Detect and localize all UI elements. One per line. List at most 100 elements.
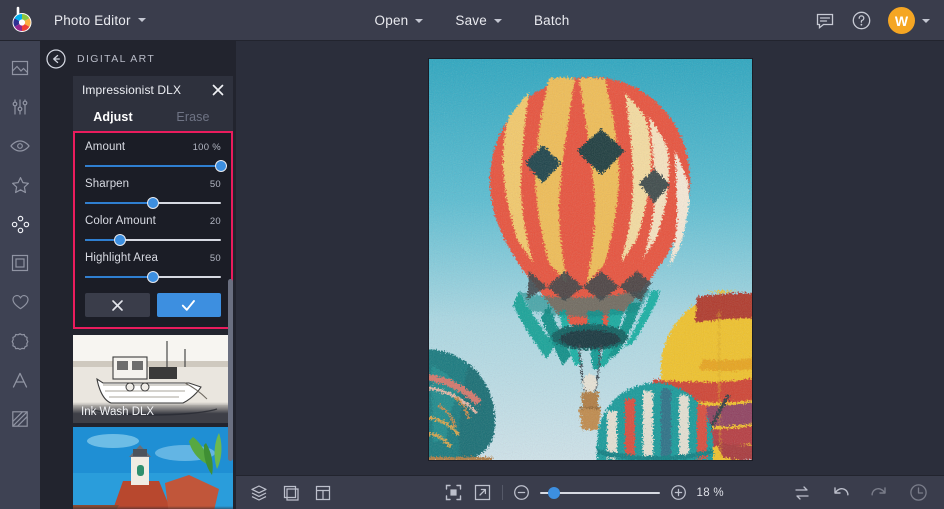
slider-group-highlighted: Amount 100 % Sharpen 50 Color Amount 20 … bbox=[73, 131, 233, 329]
tool-rail bbox=[0, 41, 40, 509]
frame-border-icon bbox=[11, 254, 29, 272]
lighthouse-painting-thumbnail bbox=[73, 427, 233, 509]
bfree-color-wheel-logo[interactable] bbox=[0, 0, 44, 41]
slider-color-amount-label: Color Amount bbox=[85, 215, 156, 227]
rail-item-digital-art[interactable] bbox=[3, 209, 37, 239]
slider-sharpen-thumb[interactable] bbox=[147, 197, 159, 209]
zoom-percent-label: 18 % bbox=[696, 486, 724, 499]
preset-ink-wash-dlx[interactable]: Ink Wash DLX bbox=[73, 335, 233, 423]
badge-sticker-icon bbox=[11, 333, 29, 350]
slider-highlight-area: Highlight Area 50 bbox=[85, 252, 221, 283]
chevron-down-icon bbox=[493, 18, 502, 23]
rail-item-adjust[interactable] bbox=[3, 92, 37, 122]
open-button-label: Open bbox=[374, 13, 409, 28]
slider-highlight-area-thumb[interactable] bbox=[147, 271, 159, 283]
slider-color-amount-thumb[interactable] bbox=[114, 234, 127, 246]
history-clock-icon[interactable] bbox=[909, 483, 928, 502]
zoom-slider[interactable] bbox=[539, 486, 660, 499]
canvas-area bbox=[236, 41, 944, 475]
bottom-right-tools bbox=[793, 483, 928, 502]
tab-erase[interactable]: Erase bbox=[153, 110, 233, 124]
panel-scrollbar[interactable] bbox=[228, 279, 233, 461]
sliders-adjust-icon bbox=[12, 99, 28, 115]
app-menu-photo-editor[interactable]: Photo Editor bbox=[44, 8, 156, 33]
slider-color-amount-track[interactable] bbox=[85, 234, 221, 246]
heart-overlay-icon bbox=[11, 295, 29, 310]
effect-tabs: Adjust Erase bbox=[73, 103, 233, 131]
batch-button-label: Batch bbox=[533, 13, 570, 28]
confirm-row bbox=[85, 293, 221, 317]
preset-lighthouse[interactable] bbox=[73, 427, 233, 509]
layout-compare-icon[interactable] bbox=[314, 484, 332, 502]
zoom-minus-icon[interactable] bbox=[513, 484, 530, 501]
feedback-chat-icon[interactable] bbox=[815, 11, 835, 31]
help-question-icon[interactable] bbox=[851, 10, 872, 31]
slider-color-amount: Color Amount 20 bbox=[85, 215, 221, 246]
rail-item-texture[interactable] bbox=[3, 404, 37, 434]
checkmark-icon bbox=[182, 299, 196, 311]
slider-highlight-area-track[interactable] bbox=[85, 271, 221, 283]
avatar[interactable]: W bbox=[888, 7, 915, 34]
rail-item-effects[interactable] bbox=[3, 170, 37, 200]
rail-item-frames[interactable] bbox=[3, 248, 37, 278]
preset-list: Ink Wash DLX bbox=[73, 335, 233, 509]
slider-highlight-area-label: Highlight Area bbox=[85, 252, 158, 264]
slider-sharpen-track[interactable] bbox=[85, 197, 221, 209]
slider-amount: Amount 100 % bbox=[85, 141, 227, 172]
close-x-icon[interactable] bbox=[212, 84, 224, 96]
slider-amount-track[interactable] bbox=[85, 160, 227, 172]
eye-retouch-icon bbox=[10, 140, 30, 152]
save-button-label: Save bbox=[455, 13, 487, 28]
slider-amount-label: Amount bbox=[85, 141, 126, 153]
rail-item-overlays[interactable] bbox=[3, 287, 37, 317]
photo-editor-app: Photo Editor Open Save Batch W DIGITAL A… bbox=[0, 0, 944, 509]
close-x-icon bbox=[111, 299, 123, 311]
zoom-slider-thumb[interactable] bbox=[547, 486, 560, 499]
star-effects-icon bbox=[11, 177, 29, 194]
panel-title: DIGITAL ART bbox=[77, 52, 156, 65]
rail-item-stickers[interactable] bbox=[3, 326, 37, 356]
undo-icon[interactable] bbox=[831, 483, 850, 502]
effect-header: Impressionist DLX bbox=[73, 76, 233, 103]
texture-icon bbox=[12, 411, 28, 427]
slider-color-amount-value: 20 bbox=[209, 216, 221, 227]
zoom-plus-icon[interactable] bbox=[670, 484, 687, 501]
fit-to-screen-icon[interactable] bbox=[444, 483, 463, 502]
slider-sharpen: Sharpen 50 bbox=[85, 178, 221, 209]
redo-icon[interactable] bbox=[870, 483, 889, 502]
top-right-actions: W bbox=[815, 0, 930, 41]
batch-button[interactable]: Batch bbox=[521, 7, 583, 34]
top-toolbar: Photo Editor Open Save Batch W bbox=[0, 0, 944, 41]
slider-amount-value: 100 % bbox=[192, 142, 221, 153]
before-after-toggle-icon[interactable] bbox=[793, 484, 811, 502]
chevron-down-icon bbox=[415, 18, 424, 23]
cancel-button[interactable] bbox=[85, 293, 150, 317]
back-arrow-circle-icon[interactable] bbox=[45, 48, 67, 70]
app-menu-label: Photo Editor bbox=[54, 12, 131, 28]
digital-art-icon bbox=[11, 215, 29, 233]
panel-header: DIGITAL ART bbox=[40, 41, 236, 76]
chevron-down-icon[interactable] bbox=[922, 18, 930, 23]
save-button[interactable]: Save bbox=[442, 7, 515, 34]
crop-rotate-icon[interactable] bbox=[282, 484, 300, 502]
slider-amount-thumb[interactable] bbox=[215, 160, 227, 172]
chevron-down-icon bbox=[137, 18, 146, 22]
rail-item-text[interactable] bbox=[3, 365, 37, 395]
rail-item-retouch[interactable] bbox=[3, 131, 37, 161]
fullscreen-expand-icon[interactable] bbox=[473, 483, 492, 502]
slider-highlight-area-value: 50 bbox=[209, 253, 221, 264]
impressionist-hot-air-balloons bbox=[429, 59, 752, 460]
photo-canvas[interactable] bbox=[428, 58, 753, 461]
layers-icon[interactable] bbox=[250, 484, 268, 502]
apply-button[interactable] bbox=[156, 293, 221, 317]
effect-card: Impressionist DLX Adjust Erase Amount 10… bbox=[73, 76, 233, 329]
effect-name: Impressionist DLX bbox=[82, 82, 182, 97]
preset-caption: Ink Wash DLX bbox=[73, 402, 233, 423]
open-button[interactable]: Open bbox=[362, 7, 437, 34]
tab-adjust[interactable]: Adjust bbox=[73, 110, 153, 124]
slider-sharpen-label: Sharpen bbox=[85, 178, 130, 190]
bottom-toolbar: 18 % bbox=[236, 475, 944, 509]
text-type-icon bbox=[12, 372, 28, 388]
bottom-left-tools bbox=[236, 484, 332, 502]
rail-item-photo[interactable] bbox=[3, 53, 37, 83]
